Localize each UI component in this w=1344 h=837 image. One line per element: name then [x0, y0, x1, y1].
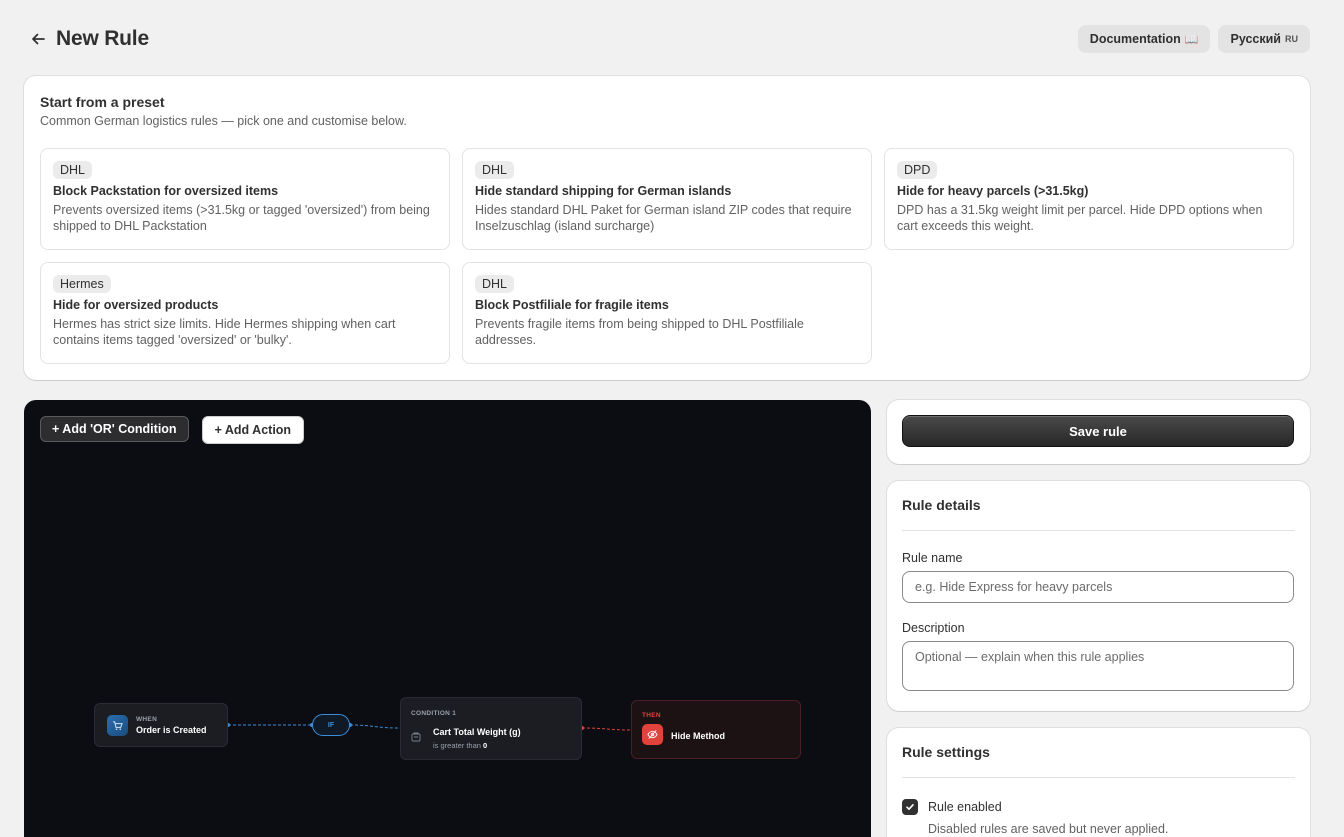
carrier-tag: DHL: [475, 161, 515, 179]
preset-item[interactable]: DHL Block Packstation for oversized item…: [40, 148, 450, 250]
rule-details-title: Rule details: [902, 497, 1295, 531]
preset-description: DPD has a 31.5kg weight limit per parcel…: [897, 203, 1263, 233]
then-label: THEN: [642, 712, 661, 719]
then-text: Hide Method: [671, 730, 725, 741]
when-text: Order is Created: [136, 724, 207, 735]
documentation-button[interactable]: Documentation 📖: [1077, 25, 1211, 53]
cart-icon: [107, 714, 128, 736]
rule-settings-card: Rule settings Rule enabled Disabled rule…: [887, 728, 1310, 837]
book-icon: 📖: [1184, 33, 1199, 46]
preset-description: Prevents fragile items from being shippe…: [475, 317, 804, 347]
preset-card: Start from a preset Common German logist…: [24, 76, 1310, 380]
flow-canvas[interactable]: + Add 'OR' Condition + Add Action WHEN O…: [24, 400, 871, 837]
carrier-tag: Hermes: [53, 275, 111, 293]
connector-if-condition: [349, 724, 401, 729]
language-label: Русский: [1230, 32, 1281, 46]
carrier-tag: DPD: [897, 161, 938, 179]
arrow-left-icon: [32, 33, 45, 45]
description-label: Description: [902, 621, 965, 635]
preset-grid: DHL Block Packstation for oversized item…: [40, 148, 1294, 364]
back-button[interactable]: [24, 25, 52, 53]
when-node[interactable]: WHEN Order is Created: [94, 703, 228, 747]
flow-connectors: [226, 723, 632, 731]
preset-name: Block Postfiliale for fragile items: [475, 298, 669, 312]
page-title: New Rule: [56, 27, 149, 50]
rule-details-card: Rule details Rule name Description: [887, 481, 1310, 711]
language-suffix: RU: [1285, 34, 1298, 44]
condition-field: Cart Total Weight (g): [433, 727, 521, 737]
preset-name: Hide for oversized products: [53, 298, 219, 312]
documentation-label: Documentation: [1089, 32, 1181, 46]
condition-label: CONDITION 1: [411, 710, 457, 717]
preset-description: Hermes has strict size limits. Hide Herm…: [53, 317, 396, 347]
rule-name-input[interactable]: [902, 571, 1294, 603]
condition-node[interactable]: CONDITION 1 Cart Total Weight (g) is gre…: [400, 697, 582, 760]
condition-expression: is greater than 0: [433, 741, 521, 750]
preset-name: Hide for heavy parcels (>31.5kg): [897, 184, 1089, 198]
rule-enabled-checkbox[interactable]: [902, 799, 918, 815]
preset-description: Prevents oversized items (>31.5kg or tag…: [53, 203, 430, 233]
description-textarea[interactable]: [902, 641, 1294, 691]
preset-item[interactable]: Hermes Hide for oversized products Herme…: [40, 262, 450, 364]
preset-description: Hides standard DHL Paket for German isla…: [475, 203, 852, 233]
connector-condition-then: [581, 727, 632, 731]
eye-off-icon: [642, 724, 663, 745]
condition-operator: is greater than: [433, 741, 481, 750]
language-button[interactable]: Русский RU: [1218, 25, 1310, 53]
save-card: Save rule: [887, 400, 1310, 464]
checkmark-icon: [906, 804, 914, 810]
preset-item[interactable]: DPD Hide for heavy parcels (>31.5kg) DPD…: [884, 148, 1294, 250]
preset-item[interactable]: DHL Hide standard shipping for German is…: [462, 148, 872, 250]
if-node[interactable]: IF: [312, 714, 350, 736]
preset-item[interactable]: DHL Block Postfiliale for fragile items …: [462, 262, 872, 364]
carrier-tag: DHL: [53, 161, 93, 179]
carrier-tag: DHL: [475, 275, 515, 293]
save-rule-button[interactable]: Save rule: [902, 415, 1294, 447]
preset-name: Block Packstation for oversized items: [53, 184, 279, 198]
rule-enabled-help: Disabled rules are saved but never appli…: [928, 822, 1169, 836]
preset-title: Start from a preset: [40, 94, 165, 110]
rule-name-label: Rule name: [902, 551, 963, 565]
preset-name: Hide standard shipping for German island…: [475, 184, 732, 198]
preset-subtitle: Common German logistics rules — pick one…: [40, 114, 407, 128]
when-label: WHEN: [136, 715, 158, 723]
rule-enabled-label: Rule enabled: [928, 800, 1002, 814]
condition-value: 0: [483, 741, 488, 750]
scale-icon: [411, 729, 425, 747]
page-header: New Rule Documentation 📖 Русский RU: [24, 22, 1310, 56]
then-node[interactable]: THEN Hide Method: [631, 700, 801, 759]
rule-settings-title: Rule settings: [902, 744, 1295, 778]
